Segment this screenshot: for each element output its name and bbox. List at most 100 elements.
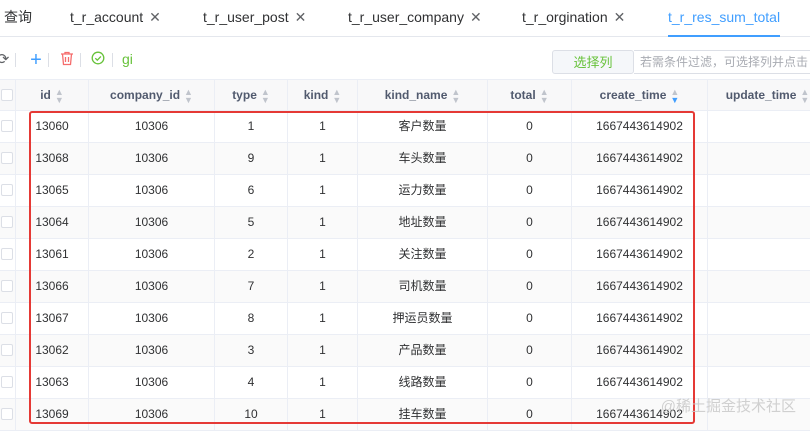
cell-kind-name[interactable]: 客户数量 [358,111,488,142]
plus-icon[interactable]: + [27,50,45,70]
cell-kind-name[interactable]: 运力数量 [358,175,488,206]
cell-update-time[interactable] [708,303,810,334]
sort-icon[interactable]: ▲ ▼ [800,87,809,104]
close-icon[interactable]: ✕ [149,9,161,25]
table-row[interactable]: 13060 10306 1 1 客户数量 0 1667443614902 [0,111,810,143]
cell-company-id[interactable]: 10306 [89,175,215,206]
cell-kind[interactable]: 1 [288,239,358,270]
select-columns-button[interactable]: 选择列 [552,50,634,74]
cell-create-time[interactable]: 1667443614902 [572,111,708,142]
cell-company-id[interactable]: 10306 [89,303,215,334]
cell-id[interactable]: 13065 [16,175,89,206]
table-row[interactable]: 13066 10306 7 1 司机数量 0 1667443614902 [0,271,810,303]
sort-icon[interactable]: ▲ ▼ [55,87,64,104]
cell-type[interactable]: 2 [215,239,288,270]
column-header-total[interactable]: total ▲ ▼ [488,80,572,111]
cell-company-id[interactable]: 10306 [89,335,215,366]
cell-type[interactable]: 3 [215,335,288,366]
cell-id[interactable]: 13064 [16,207,89,238]
select-all-checkbox[interactable] [1,89,13,101]
cell-id[interactable]: 13067 [16,303,89,334]
cell-type[interactable]: 8 [215,303,288,334]
row-checkbox[interactable] [1,376,13,388]
sort-icon[interactable]: ▲ ▼ [332,87,341,104]
sort-icon[interactable]: ▲ ▼ [184,87,193,104]
cell-kind-name[interactable]: 地址数量 [358,207,488,238]
check-circle-icon[interactable] [89,51,107,69]
sort-icon[interactable]: ▲ ▼ [670,87,679,104]
cell-kind-name[interactable]: 司机数量 [358,271,488,302]
cell-kind-name[interactable]: 车头数量 [358,143,488,174]
tab-t-r-orgination[interactable]: t_r_orgination ✕ [522,0,625,36]
cell-id[interactable]: 13060 [16,111,89,142]
cell-update-time[interactable] [708,271,810,302]
table-row[interactable]: 13065 10306 6 1 运力数量 0 1667443614902 [0,175,810,207]
cell-kind[interactable]: 1 [288,399,358,430]
cell-kind[interactable]: 1 [288,207,358,238]
cell-update-time[interactable] [708,111,810,142]
column-header-type[interactable]: type ▲ ▼ [215,80,288,111]
table-row[interactable]: 13064 10306 5 1 地址数量 0 1667443614902 [0,207,810,239]
cell-kind[interactable]: 1 [288,175,358,206]
column-header-update-time[interactable]: update_time ▲ ▼ [708,80,810,111]
cell-company-id[interactable]: 10306 [89,239,215,270]
cell-total[interactable]: 0 [488,271,572,302]
row-checkbox[interactable] [1,408,13,420]
tab-query[interactable]: 查询 [4,0,32,36]
cell-total[interactable]: 0 [488,143,572,174]
cell-create-time[interactable]: 1667443614902 [572,239,708,270]
cell-kind[interactable]: 1 [288,143,358,174]
table-row[interactable]: 13061 10306 2 1 关注数量 0 1667443614902 [0,239,810,271]
cell-update-time[interactable] [708,239,810,270]
cell-create-time[interactable]: 1667443614902 [572,367,708,398]
cell-id[interactable]: 13063 [16,367,89,398]
cell-total[interactable]: 0 [488,111,572,142]
cell-id[interactable]: 13061 [16,239,89,270]
cell-type[interactable]: 9 [215,143,288,174]
column-header-create-time[interactable]: create_time ▲ ▼ [572,80,708,111]
row-checkbox[interactable] [1,280,13,292]
cell-id[interactable]: 13068 [16,143,89,174]
tab-t-r-account[interactable]: t_r_account ✕ [70,0,161,36]
row-checkbox[interactable] [1,184,13,196]
cell-kind-name[interactable]: 关注数量 [358,239,488,270]
row-checkbox[interactable] [1,216,13,228]
tab-t-r-user-post[interactable]: t_r_user_post ✕ [203,0,306,36]
cell-type[interactable]: 5 [215,207,288,238]
trash-icon[interactable] [58,51,76,69]
close-icon[interactable]: ✕ [470,9,482,25]
cell-id[interactable]: 13069 [16,399,89,430]
cell-type[interactable]: 1 [215,111,288,142]
cell-company-id[interactable]: 10306 [89,207,215,238]
cell-kind[interactable]: 1 [288,111,358,142]
cell-create-time[interactable]: 1667443614902 [572,175,708,206]
cell-company-id[interactable]: 10306 [89,367,215,398]
cell-update-time[interactable] [708,335,810,366]
cell-total[interactable]: 0 [488,239,572,270]
row-checkbox[interactable] [1,152,13,164]
sort-icon[interactable]: ▲ ▼ [451,87,460,104]
cell-kind-name[interactable]: 产品数量 [358,335,488,366]
cell-total[interactable]: 0 [488,175,572,206]
table-row[interactable]: 13068 10306 9 1 车头数量 0 1667443614902 [0,143,810,175]
cell-create-time[interactable]: 1667443614902 [572,143,708,174]
cell-total[interactable]: 0 [488,207,572,238]
close-icon[interactable]: ✕ [295,9,307,25]
cell-type[interactable]: 7 [215,271,288,302]
column-header-company-id[interactable]: company_id ▲ ▼ [89,80,215,111]
cell-total[interactable]: 0 [488,303,572,334]
refresh-icon[interactable]: ⟳ [0,51,12,69]
row-checkbox[interactable] [1,344,13,356]
cell-update-time[interactable] [708,367,810,398]
cell-id[interactable]: 13066 [16,271,89,302]
cell-company-id[interactable]: 10306 [89,143,215,174]
cell-kind[interactable]: 1 [288,271,358,302]
cell-create-time[interactable]: 1667443614902 [572,207,708,238]
tab-t-r-res-sum-total[interactable]: t_r_res_sum_total [668,0,781,37]
cell-update-time[interactable] [708,143,810,174]
cell-type[interactable]: 6 [215,175,288,206]
row-checkbox[interactable] [1,312,13,324]
row-checkbox[interactable] [1,248,13,260]
cell-type[interactable]: 4 [215,367,288,398]
close-icon[interactable]: ✕ [614,9,626,25]
